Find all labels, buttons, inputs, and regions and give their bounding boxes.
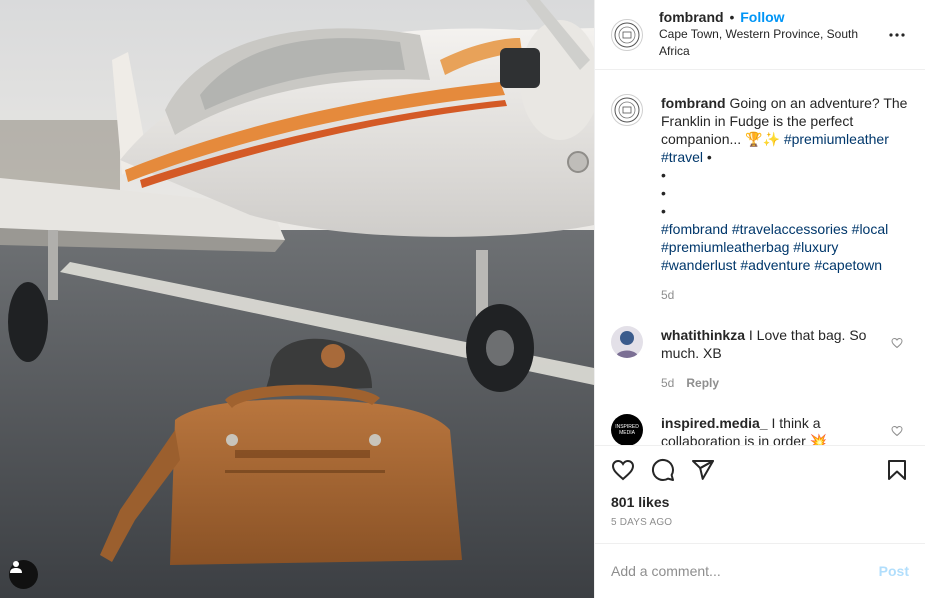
hashtag[interactable]: #adventure xyxy=(740,257,810,273)
comment-body: whatithinkza I Love that bag. So much. X… xyxy=(661,326,909,392)
more-options-button[interactable] xyxy=(885,23,909,47)
add-comment-bar: Post xyxy=(595,543,925,598)
post-photo[interactable] xyxy=(0,0,594,598)
like-comment-button[interactable] xyxy=(891,424,903,440)
hashtag[interactable]: #travelaccessories xyxy=(732,221,848,237)
fombrand-logo xyxy=(614,97,640,123)
like-count[interactable]: 801 likes xyxy=(595,493,925,511)
caption-bullet: • xyxy=(661,203,666,219)
comment-meta: 5d Reply xyxy=(661,374,885,392)
hashtag[interactable]: #capetown xyxy=(814,257,882,273)
comment-input[interactable] xyxy=(611,563,879,579)
airplane-bag-photo xyxy=(0,0,594,598)
like-comment-button[interactable] xyxy=(891,336,903,352)
save-button[interactable] xyxy=(885,458,909,482)
hashtag[interactable]: #fombrand xyxy=(661,221,728,237)
user-tag-button[interactable] xyxy=(9,560,38,589)
hashtag[interactable]: #luxury xyxy=(793,239,838,255)
inspired-media-logo: INSPIRED MEDIA xyxy=(615,424,639,436)
commenter-avatar[interactable] xyxy=(611,326,643,358)
post-location[interactable]: Cape Town, Western Province, South Afric… xyxy=(659,26,885,60)
post-comment-button[interactable]: Post xyxy=(879,563,909,579)
heart-icon xyxy=(891,425,903,437)
comment-age[interactable]: 5d xyxy=(661,374,674,392)
reply-button[interactable]: Reply xyxy=(686,374,719,392)
comment-item: INSPIRED MEDIA inspired.media_ I think a… xyxy=(611,414,909,445)
send-icon xyxy=(692,459,714,480)
caption-bullet: • xyxy=(661,167,666,183)
more-dots-icon xyxy=(889,32,905,37)
heart-icon xyxy=(611,459,635,480)
caption-avatar[interactable] xyxy=(611,94,643,126)
post-header: fombrand • Follow Cape Town, Western Pro… xyxy=(595,0,925,70)
comment-button[interactable] xyxy=(651,458,675,482)
author-avatar[interactable] xyxy=(611,18,643,51)
author-info: fombrand • Follow Cape Town, Western Pro… xyxy=(659,9,885,60)
avatar-photo xyxy=(611,326,643,358)
heart-icon xyxy=(891,337,903,349)
user-tag-icon xyxy=(10,561,22,573)
comment-icon xyxy=(651,458,674,481)
caption-age[interactable]: 5d xyxy=(661,286,674,304)
follow-button[interactable]: Follow xyxy=(740,9,784,25)
share-button[interactable] xyxy=(691,458,715,482)
caption-bullet: • xyxy=(706,149,712,165)
hashtag[interactable]: #travel xyxy=(661,149,703,165)
separator-dot: • xyxy=(729,9,735,25)
hashtag[interactable]: #wanderlust xyxy=(661,257,737,273)
caption: fombrand Going on an adventure? The Fran… xyxy=(611,94,909,304)
like-button[interactable] xyxy=(611,458,635,482)
bookmark-icon xyxy=(888,459,906,480)
author-username[interactable]: fombrand xyxy=(659,9,724,25)
post-timestamp[interactable]: 5 DAYS AGO xyxy=(595,511,925,533)
fombrand-logo xyxy=(614,22,640,47)
commenter-avatar[interactable]: INSPIRED MEDIA xyxy=(611,414,643,445)
hashtag[interactable]: #local xyxy=(852,221,889,237)
action-bar xyxy=(595,445,925,493)
comments-list: fombrand Going on an adventure? The Fran… xyxy=(595,70,925,445)
post-side-panel: fombrand • Follow Cape Town, Western Pro… xyxy=(594,0,925,598)
caption-body: fombrand Going on an adventure? The Fran… xyxy=(661,94,909,304)
comment-username[interactable]: whatithinkza xyxy=(661,327,745,343)
caption-username[interactable]: fombrand xyxy=(661,95,726,111)
hashtag[interactable]: #premiumleatherbag xyxy=(661,239,789,255)
comment-username[interactable]: inspired.media_ xyxy=(661,415,768,431)
hashtag[interactable]: #premiumleather xyxy=(784,131,889,147)
instagram-post: fombrand • Follow Cape Town, Western Pro… xyxy=(0,0,925,598)
caption-meta: 5d xyxy=(661,286,909,304)
comment-body: inspired.media_ I think a collaboration … xyxy=(661,414,909,445)
comment-item: whatithinkza I Love that bag. So much. X… xyxy=(611,326,909,392)
caption-bullet: • xyxy=(661,185,666,201)
